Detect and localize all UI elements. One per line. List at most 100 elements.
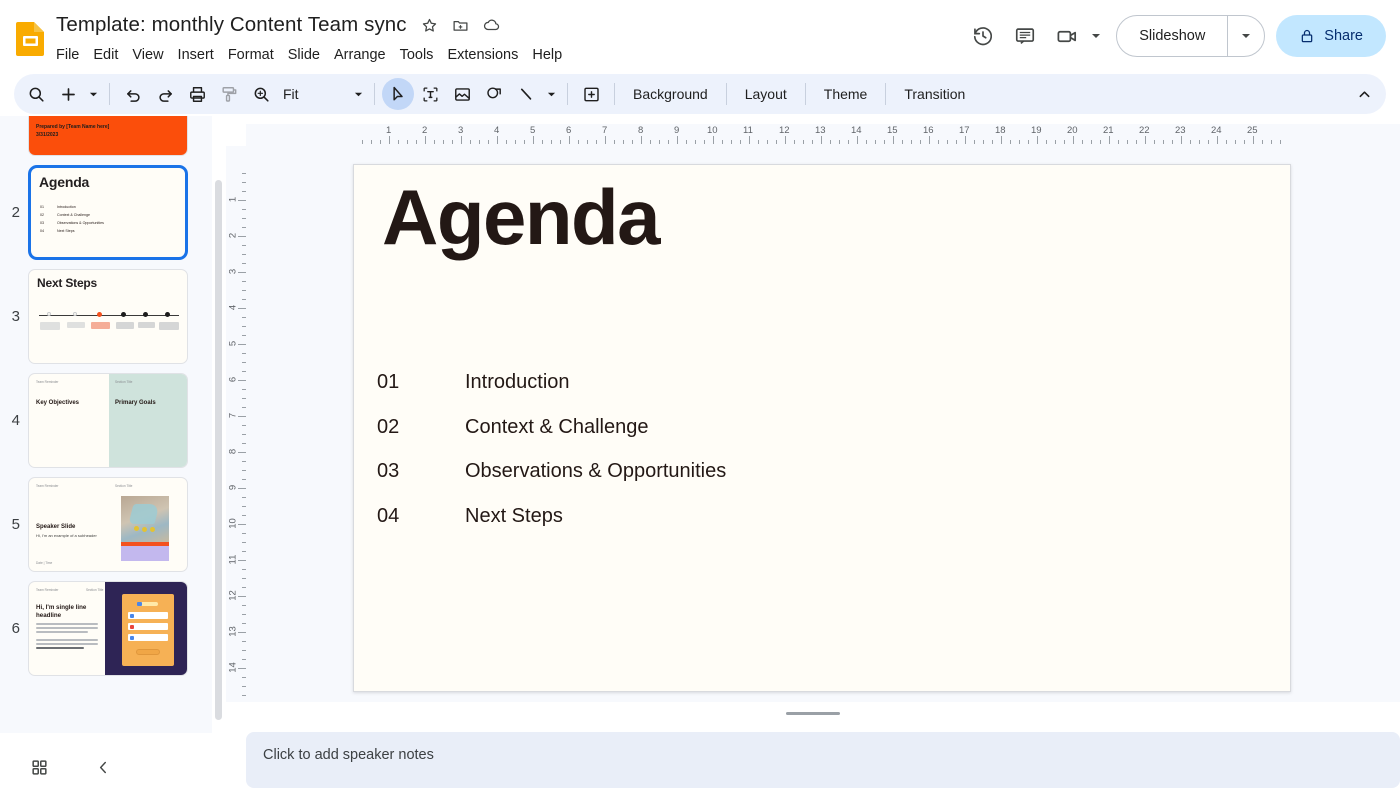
line-chevron-down-icon[interactable] bbox=[542, 79, 560, 109]
notes-resize-handle[interactable] bbox=[786, 710, 840, 716]
slide-thumbnail-2[interactable]: Agenda 01 Introduction 02 Context & Chal… bbox=[28, 165, 188, 260]
thumb-title: Hi, I'm single line headline bbox=[36, 604, 87, 619]
vertical-ruler[interactable]: 1 2 3 4 5 6 7 8 9 10 11 12 13 14 bbox=[226, 146, 246, 702]
thumbnail-row[interactable]: 2 Agenda 01 Introduction 02 Context & Ch… bbox=[0, 165, 212, 260]
filmstrip-scrollbar[interactable] bbox=[215, 180, 222, 720]
horizontal-ruler[interactable]: 1 2 3 4 5 6 7 8 9 10 11 12 13 14 15 16 17 18 19 20 21 22 23 24 2… bbox=[246, 124, 1400, 146]
ruler-subtick bbox=[398, 140, 399, 144]
slide-thumbnail-4[interactable]: Team Reminder Section Title Key Objectiv… bbox=[28, 373, 188, 468]
ruler-tick-label: 6 bbox=[566, 125, 572, 136]
ruler-tick bbox=[713, 136, 714, 144]
ruler-tick-label: 12 bbox=[227, 590, 239, 601]
ruler-subtick bbox=[1199, 140, 1200, 144]
menu-help[interactable]: Help bbox=[525, 44, 569, 66]
print-icon[interactable] bbox=[181, 78, 213, 110]
thumbnail-row[interactable]: 4 Team Reminder Section Title Key Object… bbox=[0, 373, 212, 468]
toolbar-collapse-chevron-up-icon[interactable] bbox=[1348, 78, 1380, 110]
slide-thumbnail-3[interactable]: Next Steps bbox=[28, 269, 188, 364]
text-box-icon[interactable] bbox=[414, 78, 446, 110]
menu-tools[interactable]: Tools bbox=[393, 44, 441, 66]
new-slide-chevron-down-icon[interactable] bbox=[84, 79, 102, 109]
thumbnail-row[interactable]: 6 Team Reminder Section Title Hi, I'm si… bbox=[0, 581, 212, 676]
zoom-level-value[interactable]: Fit bbox=[277, 86, 349, 102]
line-icon[interactable] bbox=[510, 78, 542, 110]
titlebar-actions: Slideshow Share bbox=[962, 14, 1386, 58]
search-icon[interactable] bbox=[20, 78, 52, 110]
menu-format[interactable]: Format bbox=[221, 44, 281, 66]
ruler-subtick bbox=[1100, 140, 1101, 144]
ruler-subtick bbox=[587, 140, 588, 144]
menu-slide[interactable]: Slide bbox=[281, 44, 327, 66]
ruler-subtick bbox=[443, 140, 444, 144]
ruler-tick-label: 21 bbox=[1103, 125, 1114, 136]
menu-extensions[interactable]: Extensions bbox=[440, 44, 525, 66]
speaker-notes-pane[interactable]: Click to add speaker notes bbox=[246, 732, 1400, 788]
background-button[interactable]: Background bbox=[622, 80, 719, 108]
ruler-subtick bbox=[731, 140, 732, 144]
slides-logo-icon bbox=[14, 20, 48, 56]
zoom-chevron-down-icon[interactable] bbox=[349, 79, 367, 109]
slide-thumbnail-1[interactable]: Prepared by [Team Name here] 3/31/2023 bbox=[28, 116, 188, 156]
paint-format-icon[interactable] bbox=[213, 78, 245, 110]
ruler-subtick bbox=[416, 140, 417, 144]
slide-thumbnail-5[interactable]: Team Reminder Section Title Speaker Slid… bbox=[28, 477, 188, 572]
meet-call-button[interactable] bbox=[1046, 15, 1106, 57]
cursor-select-icon[interactable] bbox=[382, 78, 414, 110]
document-title[interactable]: Template: monthly Content Team sync bbox=[56, 13, 411, 37]
move-to-folder-icon[interactable] bbox=[449, 13, 473, 37]
add-comment-icon[interactable] bbox=[575, 78, 607, 110]
slideshow-button[interactable]: Slideshow bbox=[1117, 16, 1227, 56]
transition-button[interactable]: Transition bbox=[893, 80, 976, 108]
ruler-tick-label: 9 bbox=[674, 125, 680, 136]
ruler-subtick bbox=[1010, 140, 1011, 144]
zoom-icon[interactable] bbox=[245, 78, 277, 110]
ruler-subtick bbox=[776, 140, 777, 144]
undo-icon[interactable] bbox=[117, 78, 149, 110]
divider bbox=[885, 83, 887, 105]
collapse-filmstrip-chevron-left-icon[interactable] bbox=[86, 750, 120, 784]
version-history-icon[interactable] bbox=[962, 15, 1004, 57]
ruler-tick bbox=[238, 488, 246, 489]
thumbnail-row[interactable]: 5 Team Reminder Section Title Speaker Sl… bbox=[0, 477, 212, 572]
share-button[interactable]: Share bbox=[1276, 15, 1386, 57]
ruler-subtick bbox=[704, 140, 705, 144]
thumb-right-panel bbox=[109, 374, 187, 467]
ruler-subtick bbox=[695, 140, 696, 144]
grid-view-icon[interactable] bbox=[22, 750, 56, 784]
ruler-subtick bbox=[794, 140, 795, 144]
slideshow-options-chevron-down-icon[interactable] bbox=[1228, 16, 1264, 56]
thumbnail-row[interactable]: 3 Next Steps bbox=[0, 269, 212, 364]
ruler-subtick bbox=[812, 140, 813, 144]
current-slide[interactable]: Agenda 01 Introduction 02 Context & Chal… bbox=[353, 164, 1291, 692]
agenda-list[interactable]: 01 Introduction 02 Context & Challenge 0… bbox=[377, 371, 1250, 549]
comment-icon[interactable] bbox=[1004, 15, 1046, 57]
ruler-tick-label: 1 bbox=[386, 125, 392, 136]
ruler-tick bbox=[1073, 136, 1074, 144]
new-slide-plus-icon[interactable] bbox=[52, 78, 84, 110]
shape-icon[interactable] bbox=[478, 78, 510, 110]
menu-insert[interactable]: Insert bbox=[171, 44, 221, 66]
slide-thumbnail-6[interactable]: Team Reminder Section Title Hi, I'm sing… bbox=[28, 581, 188, 676]
slide-number: 3 bbox=[11, 308, 20, 325]
slide-canvas[interactable]: Agenda 01 Introduction 02 Context & Chal… bbox=[246, 146, 1400, 702]
slide-title-text[interactable]: Agenda bbox=[382, 178, 661, 256]
redo-icon[interactable] bbox=[149, 78, 181, 110]
menu-file[interactable]: File bbox=[56, 44, 86, 66]
slide-filmstrip-panel[interactable]: 1 Prepared by [Team Name here] 3/31/2023… bbox=[0, 116, 212, 733]
ruler-tick-label: 13 bbox=[227, 626, 239, 637]
thumbnail-row[interactable]: 1 Prepared by [Team Name here] 3/31/2023 bbox=[0, 116, 212, 156]
menu-arrange[interactable]: Arrange bbox=[327, 44, 393, 66]
theme-button[interactable]: Theme bbox=[813, 80, 879, 108]
layout-button[interactable]: Layout bbox=[734, 80, 798, 108]
ruler-subtick bbox=[650, 140, 651, 144]
menu-view[interactable]: View bbox=[125, 44, 170, 66]
toolbar: Fit Background Layout Theme Transition bbox=[14, 74, 1386, 114]
insert-image-icon[interactable] bbox=[446, 78, 478, 110]
meet-camera-icon[interactable] bbox=[1046, 15, 1088, 57]
star-icon[interactable] bbox=[418, 13, 442, 37]
ruler-tick-label: 4 bbox=[227, 304, 239, 311]
cloud-saved-icon[interactable] bbox=[480, 13, 504, 37]
menu-edit[interactable]: Edit bbox=[86, 44, 125, 66]
thumb-item-num: 03 bbox=[40, 221, 44, 225]
chevron-down-icon[interactable] bbox=[1088, 15, 1104, 57]
